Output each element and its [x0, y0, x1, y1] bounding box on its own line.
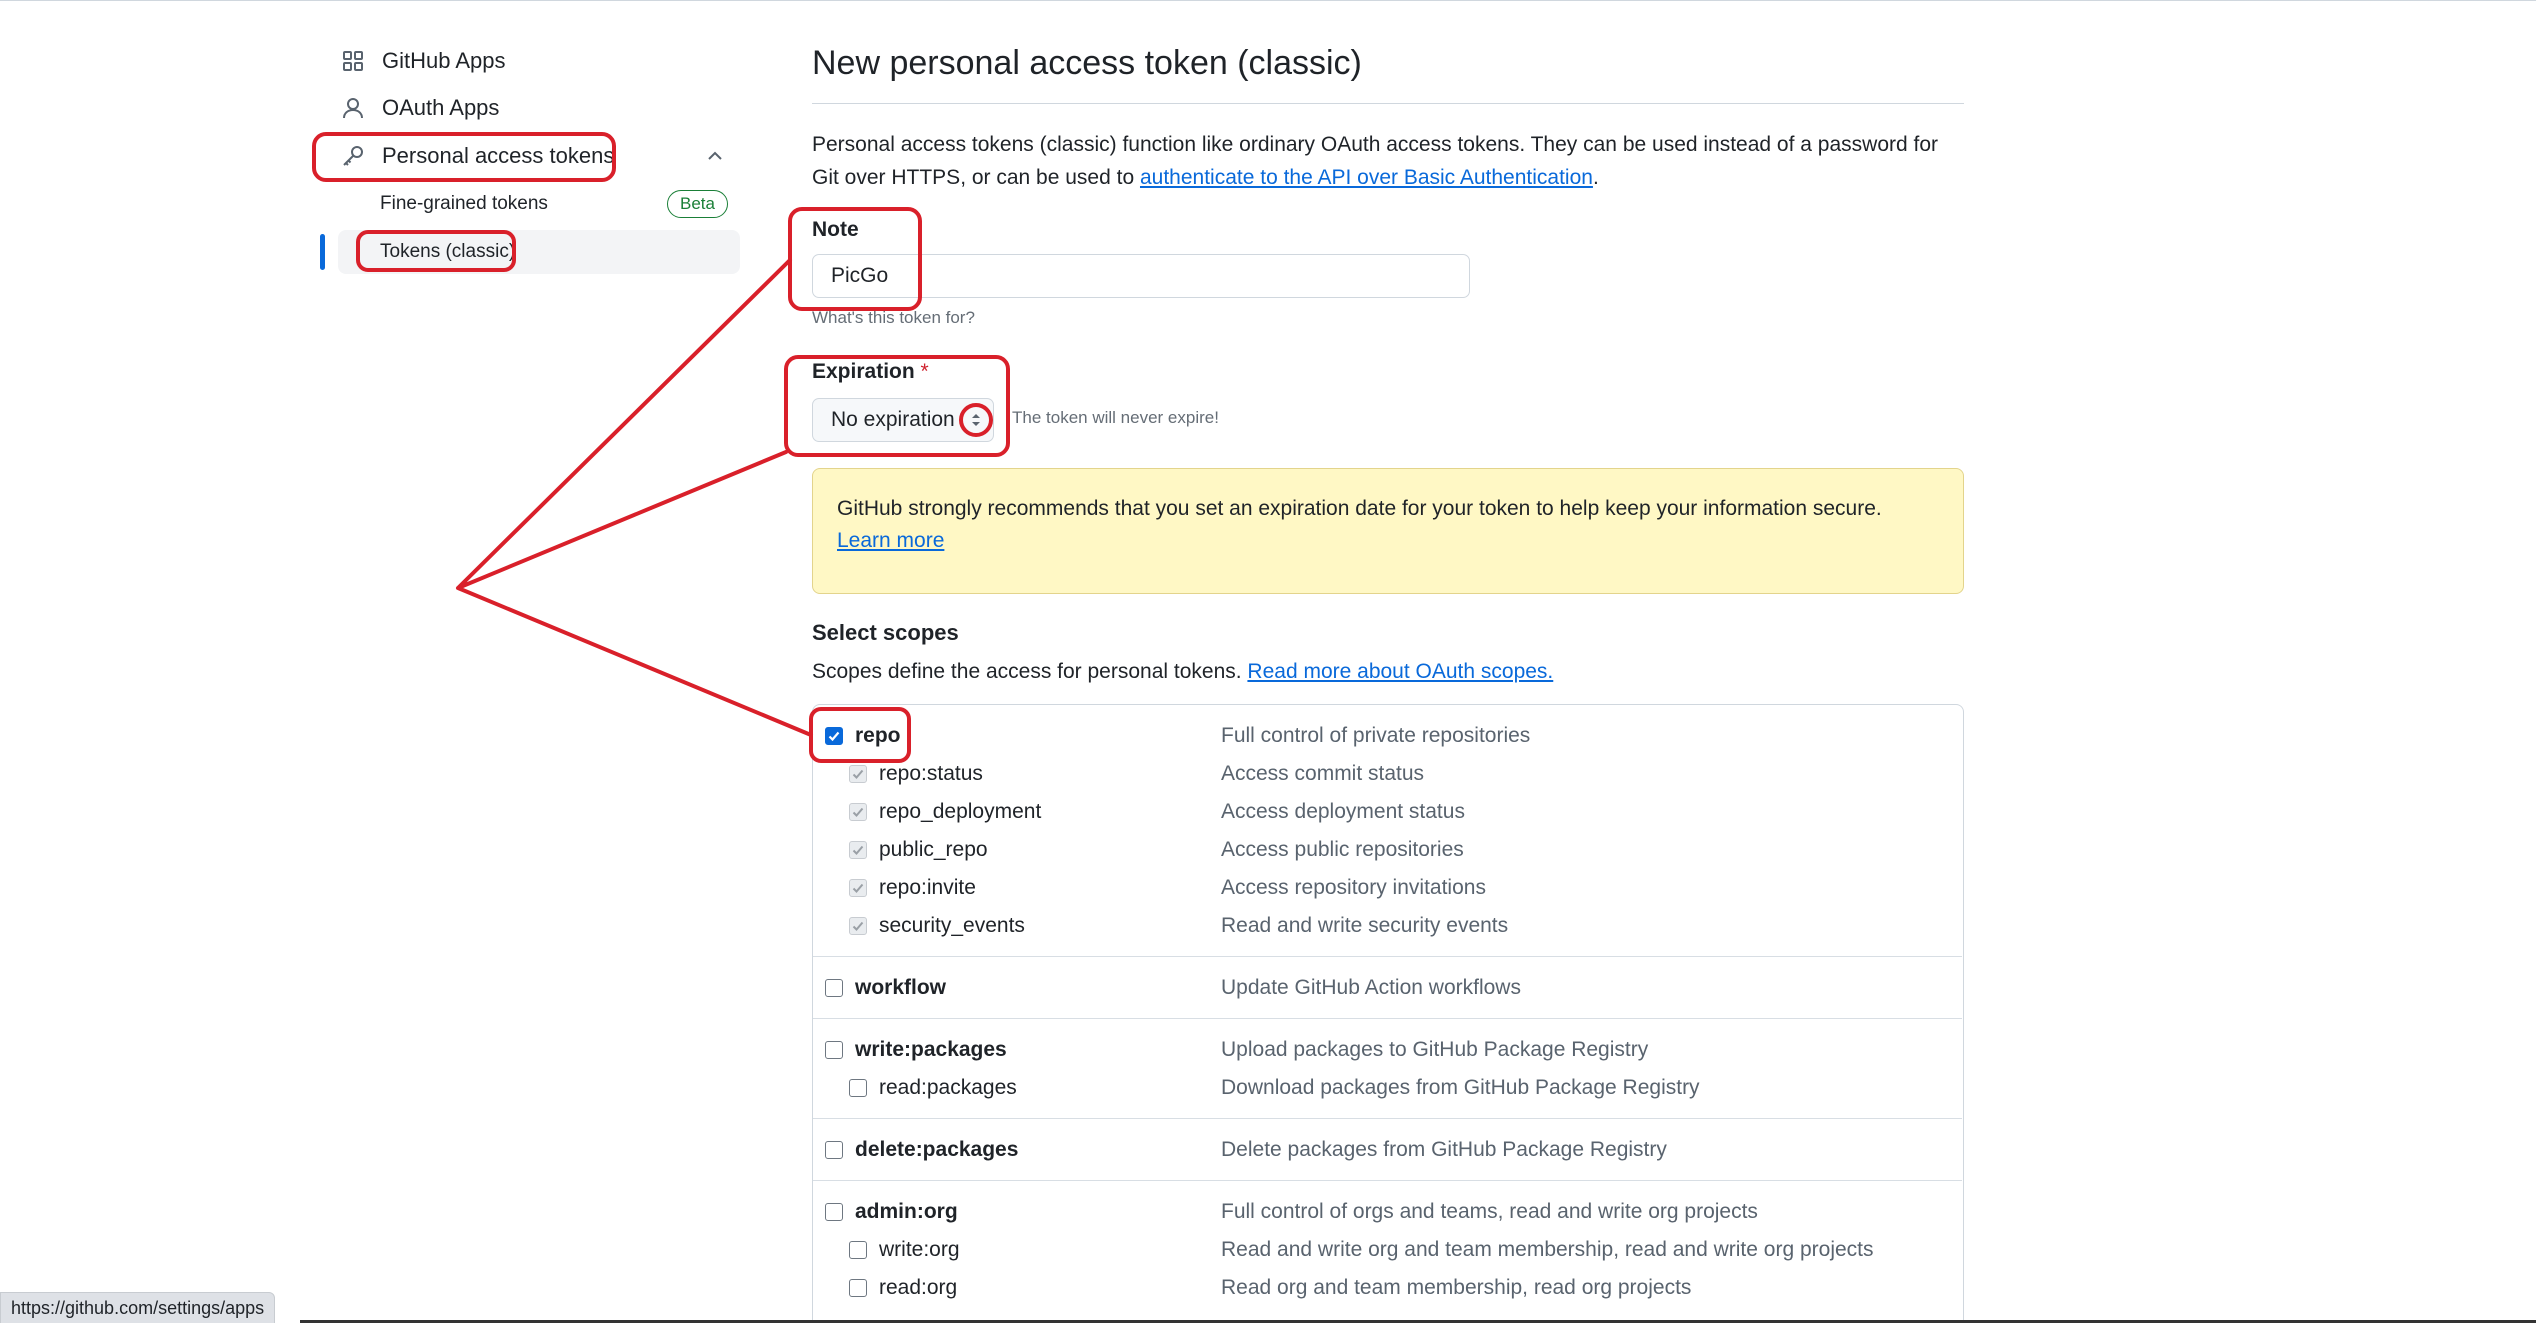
- top-divider: [0, 0, 2536, 1]
- learn-more-link[interactable]: Learn more: [837, 529, 944, 552]
- sidebar-subitem-fine-grained-tokens[interactable]: Fine-grained tokens Beta: [320, 182, 740, 226]
- scope-row-security-events[interactable]: security_events Read and write security …: [813, 907, 1965, 945]
- scope-checkbox[interactable]: [825, 1141, 843, 1159]
- sidebar-item-personal-access-tokens[interactable]: Personal access tokens: [320, 133, 740, 179]
- sidebar-item-github-apps[interactable]: GitHub Apps: [320, 38, 740, 84]
- scope-description: Read org and team membership, read org p…: [1221, 1276, 1692, 1299]
- scope-checkbox[interactable]: [849, 841, 867, 859]
- scope-description: Full control of private repositories: [1221, 724, 1531, 747]
- scope-row-public-repo[interactable]: public_repo Access public repositories: [813, 831, 1965, 869]
- key-icon: [340, 143, 366, 169]
- scope-name: repo:invite: [879, 876, 976, 899]
- scope-checkbox[interactable]: [849, 1279, 867, 1297]
- scope-checkbox[interactable]: [825, 979, 843, 997]
- scope-row-admin-org[interactable]: admin:org Full control of orgs and teams…: [813, 1193, 1965, 1231]
- scope-name: admin:org: [855, 1200, 958, 1223]
- chevron-up-icon[interactable]: [704, 145, 726, 167]
- sidebar-item-oauth-apps[interactable]: OAuth Apps: [320, 85, 740, 131]
- scope-row-workflow[interactable]: workflow Update GitHub Action workflows: [813, 969, 1965, 1007]
- sidebar-subitem-tokens-classic[interactable]: Tokens (classic): [338, 230, 740, 274]
- scope-row-repo-status[interactable]: repo:status Access commit status: [813, 755, 1965, 793]
- scope-row-read-packages[interactable]: read:packages Download packages from Git…: [813, 1069, 1965, 1107]
- scope-description: Download packages from GitHub Package Re…: [1221, 1076, 1700, 1099]
- apps-grid-icon: [340, 48, 366, 74]
- scope-description: Access deployment status: [1221, 800, 1465, 823]
- callout-lines: [456, 258, 813, 737]
- page-title: New personal access token (classic): [812, 44, 1362, 82]
- expiration-label: Expiration *: [812, 360, 929, 383]
- scope-name: read:packages: [879, 1076, 1017, 1099]
- basic-auth-link[interactable]: authenticate to the API over Basic Authe…: [1140, 166, 1593, 189]
- warning-text: GitHub strongly recommends that you set …: [837, 497, 1882, 520]
- scope-checkbox[interactable]: [849, 1241, 867, 1259]
- scope-divider: [813, 1118, 1962, 1119]
- scope-description: Update GitHub Action workflows: [1221, 976, 1521, 999]
- scope-divider: [813, 956, 1962, 957]
- expiration-selected-value: No expiration: [831, 408, 955, 431]
- scope-name: repo: [855, 724, 901, 747]
- sidebar-item-label: Personal access tokens: [382, 143, 615, 168]
- scope-name: delete:packages: [855, 1138, 1019, 1161]
- sidebar-subitem-label: Tokens (classic): [380, 241, 516, 262]
- required-mark: *: [920, 360, 929, 383]
- scope-row-repo[interactable]: repo Full control of private repositorie…: [813, 717, 1965, 755]
- scope-description: Upload packages to GitHub Package Regist…: [1221, 1038, 1649, 1061]
- scope-name: read:org: [879, 1276, 958, 1299]
- scope-description: Full control of orgs and teams, read and…: [1221, 1200, 1758, 1223]
- expiration-hint: The token will never expire!: [1012, 408, 1219, 427]
- scope-name: public_repo: [879, 838, 988, 861]
- scope-divider: [813, 1180, 1962, 1181]
- scope-row-read-org[interactable]: read:org Read org and team membership, r…: [813, 1269, 1965, 1307]
- active-indicator: [320, 234, 325, 270]
- scope-description: Read and write org and team membership, …: [1221, 1238, 1874, 1261]
- page: GitHub Apps OAuth Apps Personal access t…: [0, 0, 2536, 1323]
- title-divider: [812, 103, 1964, 104]
- beta-badge: Beta: [667, 190, 728, 218]
- scope-description: Access public repositories: [1221, 838, 1464, 861]
- scope-checkbox[interactable]: [849, 803, 867, 821]
- sidebar-item-label: OAuth Apps: [382, 95, 500, 120]
- scope-checkbox[interactable]: [825, 1041, 843, 1059]
- person-icon: [340, 95, 366, 121]
- note-hint: What's this token for?: [812, 308, 975, 327]
- scope-checkbox[interactable]: [849, 765, 867, 783]
- scope-row-write-packages[interactable]: write:packages Upload packages to GitHub…: [813, 1031, 1965, 1069]
- status-bar-url: https://github.com/settings/apps: [0, 1292, 276, 1323]
- scope-checkbox[interactable]: [825, 727, 843, 745]
- scope-description: Read and write security events: [1221, 914, 1509, 937]
- scopes-list: repo Full control of private repositorie…: [812, 704, 1964, 1323]
- note-label: Note: [812, 218, 859, 241]
- scope-row-delete-packages[interactable]: delete:packages Delete packages from Git…: [813, 1131, 1965, 1169]
- scope-name: write:org: [879, 1238, 960, 1261]
- expiration-select[interactable]: No expiration: [812, 398, 994, 442]
- scope-description: Delete packages from GitHub Package Regi…: [1221, 1138, 1667, 1161]
- select-arrows-icon: [965, 409, 987, 431]
- scope-name: write:packages: [855, 1038, 1007, 1061]
- sidebar-item-label: GitHub Apps: [382, 48, 506, 73]
- scope-checkbox[interactable]: [849, 879, 867, 897]
- scope-checkbox[interactable]: [825, 1203, 843, 1221]
- scope-name: repo_deployment: [879, 800, 1042, 823]
- scope-row-write-org[interactable]: write:org Read and write org and team me…: [813, 1231, 1965, 1269]
- scope-row-repo-deployment[interactable]: repo_deployment Access deployment status: [813, 793, 1965, 831]
- scope-name: workflow: [855, 976, 947, 999]
- scope-checkbox[interactable]: [849, 917, 867, 935]
- sidebar-subitem-label: Fine-grained tokens: [380, 193, 548, 214]
- scope-description: Access commit status: [1221, 762, 1425, 785]
- scope-checkbox[interactable]: [849, 1079, 867, 1097]
- scope-divider: [813, 1018, 1962, 1019]
- intro-text: Personal access tokens (classic) functio…: [812, 133, 1939, 189]
- scope-row-repo-invite[interactable]: repo:invite Access repository invitation…: [813, 869, 1965, 907]
- scope-name: repo:status: [879, 762, 983, 785]
- note-input[interactable]: [812, 254, 1470, 298]
- scope-description: Access repository invitations: [1221, 876, 1486, 899]
- scope-name: security_events: [879, 914, 1025, 937]
- expiration-warning-banner: GitHub strongly recommends that you set …: [812, 468, 1964, 594]
- oauth-scopes-link[interactable]: Read more about OAuth scopes.: [1247, 660, 1553, 683]
- scopes-heading: Select scopes: [812, 620, 959, 645]
- scopes-description: Scopes define the access for personal to…: [812, 660, 1554, 683]
